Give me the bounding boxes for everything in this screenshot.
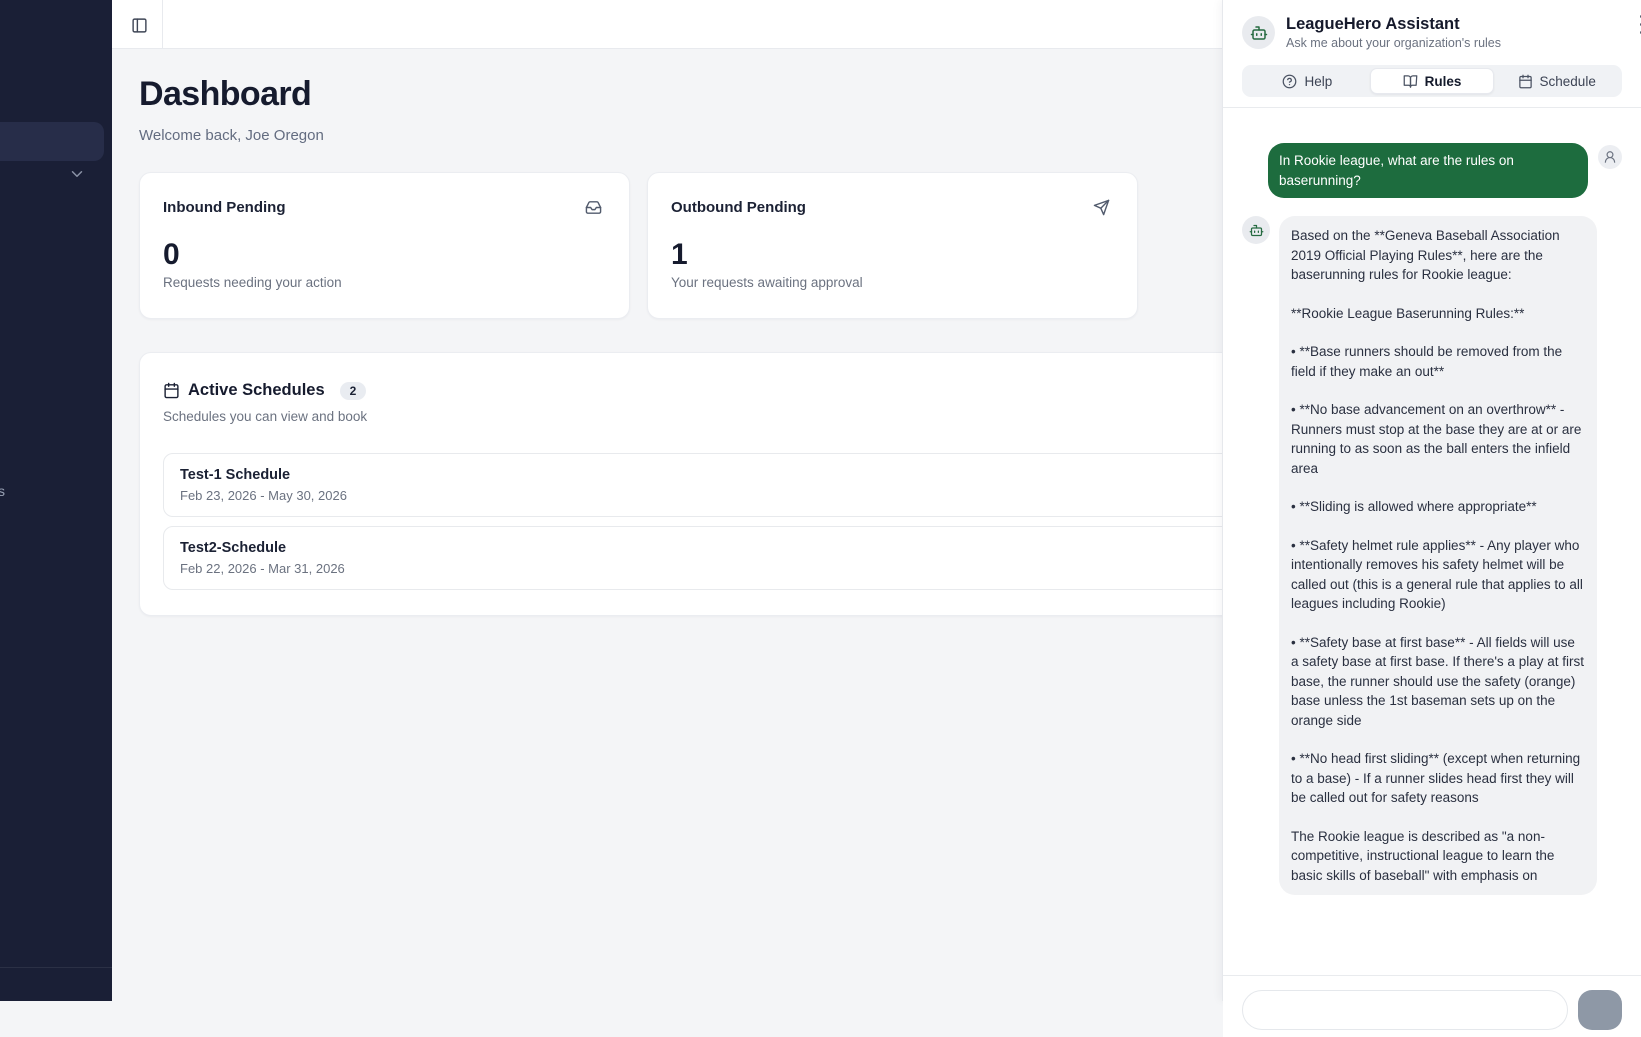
- chevron-down-icon[interactable]: [68, 165, 86, 183]
- schedules-title: Active Schedules: [188, 381, 325, 400]
- kebab-menu-icon[interactable]: [1632, 15, 1641, 34]
- calendar-icon: [163, 382, 180, 399]
- send-icon: [1093, 199, 1110, 216]
- assistant-message-bubble: Based on the **Geneva Baseball Associati…: [1279, 216, 1597, 895]
- assistant-message-row: Based on the **Geneva Baseball Associati…: [1242, 216, 1622, 895]
- stat-value: 0: [163, 240, 602, 270]
- assistant-tab-bar: Help Rules Schedule: [1242, 65, 1622, 97]
- outbound-pending-card: Outbound Pending 1 Your requests awaitin…: [647, 172, 1138, 319]
- assistant-panel-header: LeagueHero Assistant Ask me about your o…: [1223, 0, 1641, 108]
- sidebar-active-item[interactable]: [0, 122, 104, 161]
- assistant-paragraph: • **Safety helmet rule applies** - Any p…: [1291, 536, 1585, 614]
- assistant-paragraph: • **Sliding is allowed where appropriate…: [1291, 497, 1585, 517]
- stat-label: Inbound Pending: [163, 199, 285, 216]
- stat-description: Your requests awaiting approval: [671, 275, 1110, 290]
- tab-label: Rules: [1425, 74, 1462, 89]
- user-avatar: [1598, 145, 1622, 169]
- tab-schedule[interactable]: Schedule: [1494, 68, 1619, 94]
- send-message-button[interactable]: [1578, 990, 1622, 1030]
- sidebar: s: [0, 0, 112, 1001]
- chat-scroll-area[interactable]: In Rookie league, what are the rules on …: [1223, 108, 1641, 975]
- tab-label: Schedule: [1540, 74, 1596, 89]
- assistant-panel: LeagueHero Assistant Ask me about your o…: [1222, 0, 1641, 1001]
- tab-label: Help: [1304, 74, 1332, 89]
- tab-help[interactable]: Help: [1245, 68, 1370, 94]
- assistant-paragraph: • **No base advancement on an overthrow*…: [1291, 400, 1585, 478]
- bot-avatar: [1242, 216, 1270, 244]
- assistant-paragraph: **Rookie League Baserunning Rules:**: [1291, 304, 1585, 324]
- help-circle-icon: [1282, 74, 1297, 89]
- assistant-title: LeagueHero Assistant: [1286, 15, 1501, 34]
- header-divider: [162, 0, 163, 48]
- stat-label: Outbound Pending: [671, 199, 806, 216]
- panel-left-icon: [131, 17, 148, 34]
- stat-description: Requests needing your action: [163, 275, 602, 290]
- calendar-icon: [1518, 74, 1533, 89]
- inbox-icon: [585, 199, 602, 216]
- bot-icon: [1250, 24, 1268, 42]
- user-message-bubble: In Rookie league, what are the rules on …: [1268, 143, 1588, 198]
- tab-rules[interactable]: Rules: [1370, 68, 1495, 94]
- book-open-icon: [1403, 74, 1418, 89]
- chat-message-input[interactable]: [1242, 990, 1568, 1030]
- inbound-pending-card: Inbound Pending 0 Requests needing your …: [139, 172, 630, 319]
- sidebar-toggle-button[interactable]: [125, 11, 153, 39]
- schedules-count-badge: 2: [340, 382, 367, 400]
- assistant-paragraph: • **No head first sliding** (except when…: [1291, 749, 1585, 808]
- assistant-paragraph: The Rookie league is described as "a non…: [1291, 827, 1585, 886]
- bot-icon: [1249, 223, 1264, 238]
- assistant-subtitle: Ask me about your organization's rules: [1286, 36, 1501, 50]
- user-message-row: In Rookie league, what are the rules on …: [1242, 143, 1622, 198]
- stats-row: Inbound Pending 0 Requests needing your …: [139, 172, 1138, 319]
- stat-value: 1: [671, 240, 1110, 270]
- user-icon: [1603, 150, 1617, 164]
- chat-input-bar: [1223, 975, 1641, 1037]
- assistant-paragraph: • **Base runners should be removed from …: [1291, 342, 1585, 381]
- assistant-paragraph: • **Safety base at first base** - All fi…: [1291, 633, 1585, 731]
- bot-avatar: [1242, 16, 1275, 49]
- assistant-paragraph: Based on the **Geneva Baseball Associati…: [1291, 226, 1585, 285]
- sidebar-item-label-fragment: s: [0, 483, 5, 499]
- sidebar-footer: [0, 967, 112, 1001]
